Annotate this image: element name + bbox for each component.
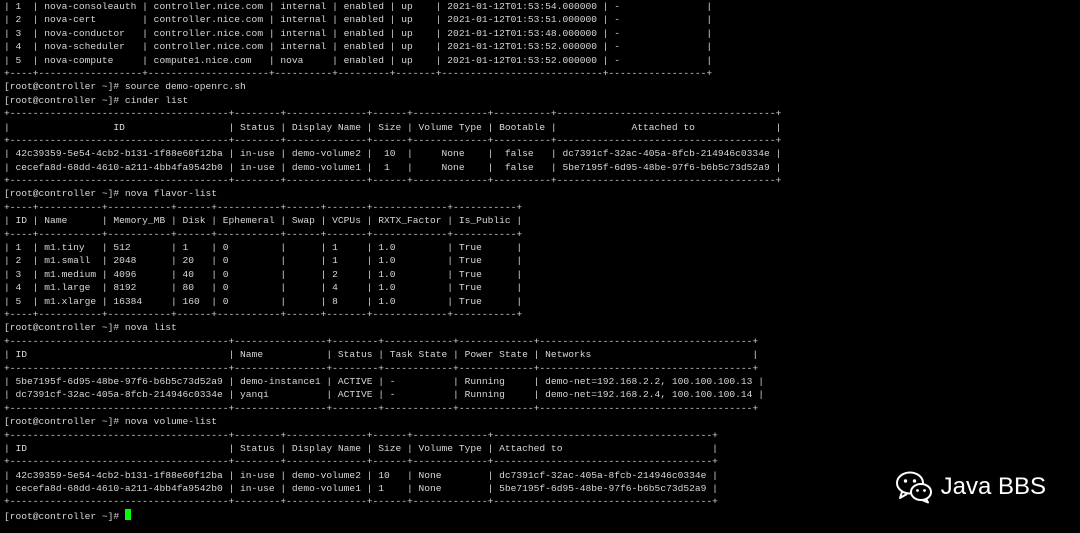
watermark: Java BBS bbox=[895, 470, 1046, 504]
text-cursor bbox=[124, 508, 131, 520]
terminal-line: | 3 | nova-conductor | controller.nice.c… bbox=[4, 27, 713, 39]
terminal-line: [root@controller ~]# source demo-openrc.… bbox=[4, 81, 246, 93]
terminal-line: | 4 | nova-scheduler | controller.nice.c… bbox=[4, 41, 713, 53]
terminal-line: | cecefa8d-68dd-4610-a211-4bb4fa9542b0 |… bbox=[4, 161, 782, 173]
terminal-line: +--------------------------------------+… bbox=[4, 362, 759, 374]
terminal-line: +----+-----------+-----------+------+---… bbox=[4, 201, 523, 213]
terminal-line: +--------------------------------------+… bbox=[4, 108, 782, 120]
terminal-line: | ID | Status | Display Name | Size | Vo… bbox=[4, 442, 718, 454]
terminal-line: | 1 | nova-consoleauth | controller.nice… bbox=[4, 1, 713, 12]
terminal-line: [root@controller ~]# nova volume-list bbox=[4, 416, 218, 428]
terminal-line: | 3 | m1.medium | 4096 | 40 | 0 | | 2 | … bbox=[4, 268, 523, 280]
terminal-line: [root@controller ~]# nova list bbox=[4, 322, 177, 334]
terminal-line: +--------------------------------------+… bbox=[4, 175, 782, 187]
terminal-output: | 1 | nova-consoleauth | controller.nice… bbox=[4, 0, 1080, 509]
terminal-line: +----+------------------+---------------… bbox=[4, 67, 713, 79]
terminal-line: +----+-----------+-----------+------+---… bbox=[4, 308, 523, 320]
watermark-text: Java BBS bbox=[940, 473, 1046, 501]
terminal-line: | 2 | nova-cert | controller.nice.com | … bbox=[4, 14, 713, 26]
terminal-line: | ID | Status | Display Name | Size | Vo… bbox=[4, 121, 782, 133]
terminal-line: | dc7391cf-32ac-405a-8fcb-214946c0334e |… bbox=[4, 389, 764, 401]
terminal-line: +--------------------------------------+… bbox=[4, 456, 718, 468]
terminal-line: | ID | Name | Memory_MB | Disk | Ephemer… bbox=[4, 215, 523, 227]
terminal-line: [root@controller ~]# nova flavor-list bbox=[4, 188, 218, 200]
terminal-window[interactable]: | 1 | nova-consoleauth | controller.nice… bbox=[0, 0, 1080, 533]
terminal-line: | 4 | m1.large | 8192 | 80 | 0 | | 4 | 1… bbox=[4, 282, 523, 294]
terminal-line: | 5 | m1.xlarge | 16384 | 160 | 0 | | 8 … bbox=[4, 295, 523, 307]
terminal-line: | 1 | m1.tiny | 512 | 1 | 0 | | 1 | 1.0 … bbox=[4, 242, 523, 254]
terminal-line: +--------------------------------------+… bbox=[4, 134, 782, 146]
wechat-icon bbox=[895, 471, 932, 504]
terminal-line: +--------------------------------------+… bbox=[4, 429, 718, 441]
terminal-line: +----+-----------+-----------+------+---… bbox=[4, 228, 523, 240]
terminal-line: | ID | Name | Status | Task State | Powe… bbox=[4, 349, 759, 361]
terminal-line: [root@controller ~]# cinder list bbox=[4, 94, 189, 106]
terminal-prompt-line[interactable]: [root@controller ~]# bbox=[4, 508, 1080, 522]
terminal-line: | 2 | m1.small | 2048 | 20 | 0 | | 1 | 1… bbox=[4, 255, 523, 267]
terminal-line: +--------------------------------------+… bbox=[4, 335, 759, 347]
terminal-line: | 5be7195f-6d95-48be-97f6-b6b5c73d52a9 |… bbox=[4, 375, 764, 387]
terminal-prompt: [root@controller ~]# bbox=[4, 510, 125, 522]
terminal-line: | 42c39359-5e54-4cb2-b131-1f88e60f12ba |… bbox=[4, 148, 782, 160]
terminal-line: | 5 | nova-compute | compute1.nice.com |… bbox=[4, 54, 713, 66]
terminal-line: +--------------------------------------+… bbox=[4, 402, 759, 414]
